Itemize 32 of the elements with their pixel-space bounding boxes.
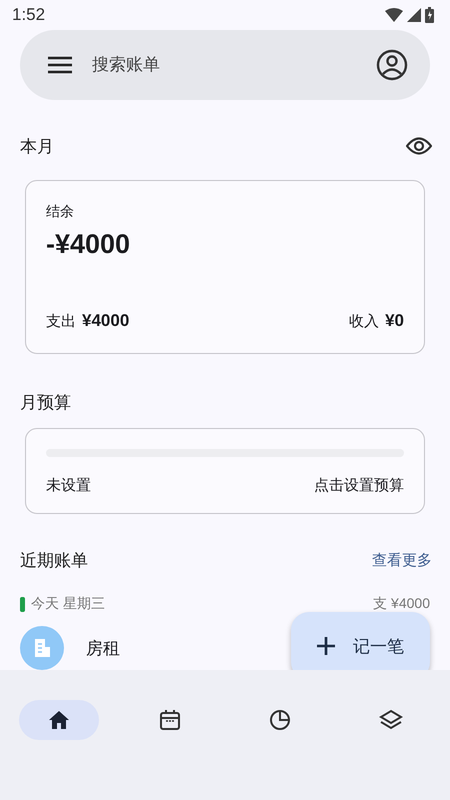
status-time: 1:52 — [12, 5, 46, 25]
expense-label: 支出 — [46, 313, 76, 330]
eye-icon[interactable] — [406, 136, 432, 156]
balance-amount: -¥4000 — [46, 229, 132, 260]
layers-icon — [378, 708, 403, 732]
income-label: 收入 — [349, 313, 380, 330]
plus-icon — [317, 637, 335, 655]
expense-amount: ¥4000 — [82, 311, 130, 330]
section-title: 本月 — [20, 136, 54, 158]
menu-icon[interactable] — [48, 56, 72, 74]
section-title: 月预算 — [20, 392, 71, 414]
bill-item[interactable]: 房租 — [20, 626, 120, 670]
balance-label: 结余 — [46, 203, 75, 221]
home-icon — [47, 708, 72, 732]
pie-chart-icon — [268, 708, 292, 732]
day-total: 支 ¥4000 — [373, 595, 430, 613]
signal-icon — [407, 8, 421, 22]
income-amount: ¥0 — [385, 311, 404, 330]
add-button[interactable]: 记一笔 — [291, 612, 430, 670]
budget-status: 未设置 — [46, 476, 91, 495]
section-title: 近期账单 — [20, 550, 88, 572]
calendar-icon — [158, 708, 182, 732]
building-icon — [20, 626, 64, 670]
nav-tab[interactable] — [19, 700, 100, 740]
budget-link[interactable]: 点击设置预算 — [314, 476, 404, 495]
more-link[interactable]: 查看更多 — [372, 550, 432, 570]
budget-card[interactable]: 未设置 点击设置预算 — [25, 428, 425, 514]
battery-icon — [425, 7, 434, 23]
day-label: 今天 星期三 — [31, 595, 105, 613]
search-field[interactable]: 搜索账单 — [90, 54, 358, 76]
account-icon[interactable] — [376, 49, 408, 81]
wifi-icon — [385, 8, 403, 22]
